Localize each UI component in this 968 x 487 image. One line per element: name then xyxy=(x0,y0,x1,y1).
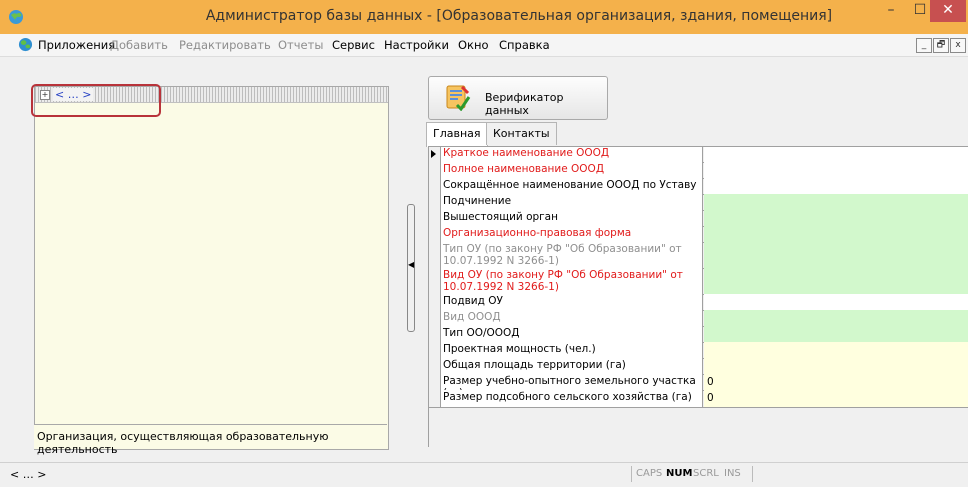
grid-row[interactable]: Подчинение xyxy=(428,194,968,211)
grid-row[interactable]: Размер учебно-опытного земельного участк… xyxy=(428,374,968,391)
minimize-button[interactable]: – xyxy=(876,0,906,22)
row-indicator[interactable] xyxy=(428,358,441,374)
title-bar[interactable]: Администратор базы данных - [Образовател… xyxy=(0,0,968,34)
grid-row-value[interactable] xyxy=(704,358,968,374)
row-indicator[interactable] xyxy=(428,210,441,226)
grid-row[interactable]: Тип ОО/ОООД xyxy=(428,326,968,343)
menu-add[interactable]: Добавить xyxy=(110,38,168,52)
row-indicator[interactable] xyxy=(428,294,441,310)
grid-row-label: Размер подсобного сельского хозяйства (г… xyxy=(441,390,703,407)
grid-row[interactable]: Краткое наименование ОООД xyxy=(428,146,968,163)
row-indicator[interactable] xyxy=(428,226,441,242)
grid-row-label: Сокращённое наименование ОООД по Уставу xyxy=(441,178,703,194)
mdi-close-button[interactable]: x xyxy=(950,38,966,53)
grid-row-value[interactable] xyxy=(704,310,968,326)
organization-tree[interactable]: + < … > xyxy=(34,86,389,450)
status-separator xyxy=(631,466,632,482)
grid-row-label: Организационно-правовая форма xyxy=(441,226,703,242)
menu-reports[interactable]: Отчеты xyxy=(278,38,323,52)
grid-row-label: Вышестоящий орган xyxy=(441,210,703,226)
grid-row-value[interactable] xyxy=(704,226,968,242)
grid-row[interactable]: Вид ОООД xyxy=(428,310,968,327)
mdi-child-buttons: _ 🗗 x xyxy=(916,38,966,53)
status-bar: < … > CAPS NUM SCRL INS xyxy=(0,462,968,487)
grid-row-value[interactable] xyxy=(704,326,968,342)
grid-row-value[interactable]: 0 xyxy=(704,390,968,407)
data-verifier-icon xyxy=(446,85,471,111)
grid-row-value[interactable] xyxy=(704,146,968,162)
menu-applications[interactable]: Приложения xyxy=(38,38,115,52)
grid-row-value[interactable] xyxy=(704,268,968,294)
grid-row-label: Размер учебно-опытного земельного участк… xyxy=(441,374,703,390)
grid-row-label: Тип ОО/ОООД xyxy=(441,326,703,342)
row-indicator[interactable] xyxy=(428,390,441,407)
row-indicator[interactable] xyxy=(428,342,441,358)
window-title: Администратор базы данных - [Образовател… xyxy=(205,8,833,24)
grid-row-label: Подчинение xyxy=(441,194,703,210)
grid-row-value[interactable] xyxy=(704,194,968,210)
grid-row-label: Вид ОООД xyxy=(441,310,703,326)
grid-row-value[interactable]: 0 xyxy=(704,374,968,390)
panel-splitter[interactable]: ◀ xyxy=(407,204,415,332)
mdi-minimize-button[interactable]: _ xyxy=(916,38,932,53)
grid-row-label: Полное наименование ОООД xyxy=(441,162,703,178)
row-indicator[interactable] xyxy=(428,146,441,162)
grid-row[interactable]: Общая площадь территории (га) xyxy=(428,358,968,375)
grid-row-value[interactable] xyxy=(704,342,968,358)
annotation-highlight xyxy=(31,84,161,117)
mdi-restore-button[interactable]: 🗗 xyxy=(933,38,949,53)
scrl-indicator: SCRL xyxy=(693,468,719,479)
applications-menu-icon xyxy=(18,37,33,52)
num-indicator: NUM xyxy=(666,468,693,479)
row-indicator[interactable] xyxy=(428,310,441,326)
grid-row-value[interactable] xyxy=(704,178,968,194)
row-indicator[interactable] xyxy=(428,194,441,210)
row-indicator[interactable] xyxy=(428,162,441,178)
tree-footer-label: Организация, осуществляющая образователь… xyxy=(37,430,329,456)
row-indicator[interactable] xyxy=(428,242,441,268)
row-indicator[interactable] xyxy=(428,268,441,294)
menu-help[interactable]: Справка xyxy=(499,38,550,52)
row-indicator[interactable] xyxy=(428,374,441,390)
collapse-left-icon[interactable]: ◀ xyxy=(408,260,414,269)
data-verifier-label: Верификатор данных xyxy=(485,91,564,117)
data-verifier-button[interactable]: Верификатор данных xyxy=(428,76,608,120)
grid-row[interactable]: Вид ОУ (по закону РФ "Об Образовании" от… xyxy=(428,268,968,295)
grid-row-value[interactable] xyxy=(704,210,968,226)
grid-row-label: Общая площадь территории (га) xyxy=(441,358,703,374)
grid-row-label: Вид ОУ (по закону РФ "Об Образовании" от… xyxy=(441,268,703,294)
grid-row[interactable]: Полное наименование ОООД xyxy=(428,162,968,179)
menu-service[interactable]: Сервис xyxy=(332,38,375,52)
menu-window[interactable]: Окно xyxy=(458,38,489,52)
grid-row[interactable]: Сокращённое наименование ОООД по Уставу xyxy=(428,178,968,195)
menu-edit[interactable]: Редактировать xyxy=(179,38,271,52)
grid-row-label: Проектная мощность (чел.) xyxy=(441,342,703,358)
menu-settings[interactable]: Настройки xyxy=(384,38,449,52)
grid-row[interactable]: Проектная мощность (чел.) xyxy=(428,342,968,359)
grid-row-label: Подвид ОУ xyxy=(441,294,703,310)
grid-row[interactable]: Тип ОУ (по закону РФ "Об Образовании" от… xyxy=(428,242,968,269)
close-button[interactable]: ✕ xyxy=(930,0,966,22)
row-indicator[interactable] xyxy=(428,326,441,342)
tree-footer: Организация, осуществляющая образователь… xyxy=(34,424,387,456)
grid-row[interactable]: Подвид ОУ xyxy=(428,294,968,311)
grid-row-label: Краткое наименование ОООД xyxy=(441,146,703,162)
tab-contacts[interactable]: Контакты xyxy=(486,122,557,145)
ins-indicator: INS xyxy=(724,468,741,479)
grid-row-value[interactable] xyxy=(704,162,968,178)
status-separator xyxy=(752,466,753,482)
grid-row-label: Тип ОУ (по закону РФ "Об Образовании" от… xyxy=(441,242,703,268)
grid-row[interactable]: Организационно-правовая форма xyxy=(428,226,968,243)
grid-row[interactable]: Вышестоящий орган xyxy=(428,210,968,227)
tab-main[interactable]: Главная xyxy=(426,122,488,147)
grid-row[interactable]: Размер подсобного сельского хозяйства (г… xyxy=(428,390,968,408)
grid-row-value[interactable] xyxy=(704,242,968,268)
row-indicator[interactable] xyxy=(428,178,441,194)
caps-indicator: CAPS xyxy=(636,468,663,479)
grid-row-value[interactable] xyxy=(704,294,968,310)
menu-bar: Приложения Добавить Редактировать Отчеты… xyxy=(0,34,968,57)
current-row-arrow-icon xyxy=(431,150,436,158)
status-nav: < … > xyxy=(10,468,47,481)
